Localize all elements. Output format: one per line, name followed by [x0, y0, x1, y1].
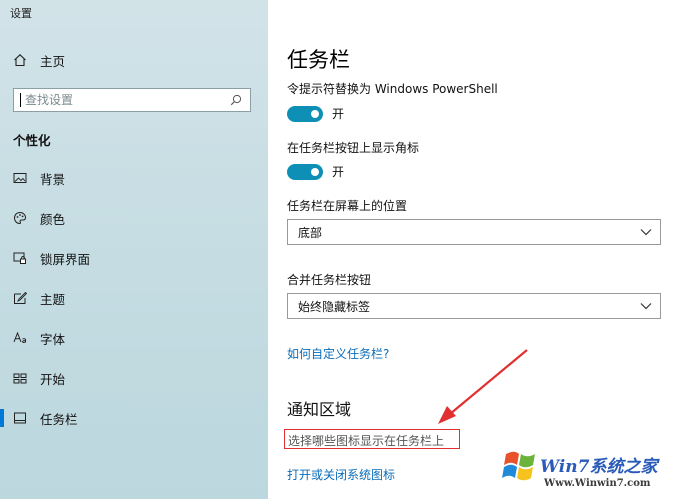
watermark-logo: Win7系统之家 Www.Winwin7.com — [496, 440, 690, 499]
watermark-brand: Win7系统之家 — [540, 457, 658, 477]
watermark-url: Www.Winwin7.com — [544, 478, 651, 489]
windows-flag-icon — [502, 451, 535, 481]
annotation-arrow — [438, 349, 528, 424]
